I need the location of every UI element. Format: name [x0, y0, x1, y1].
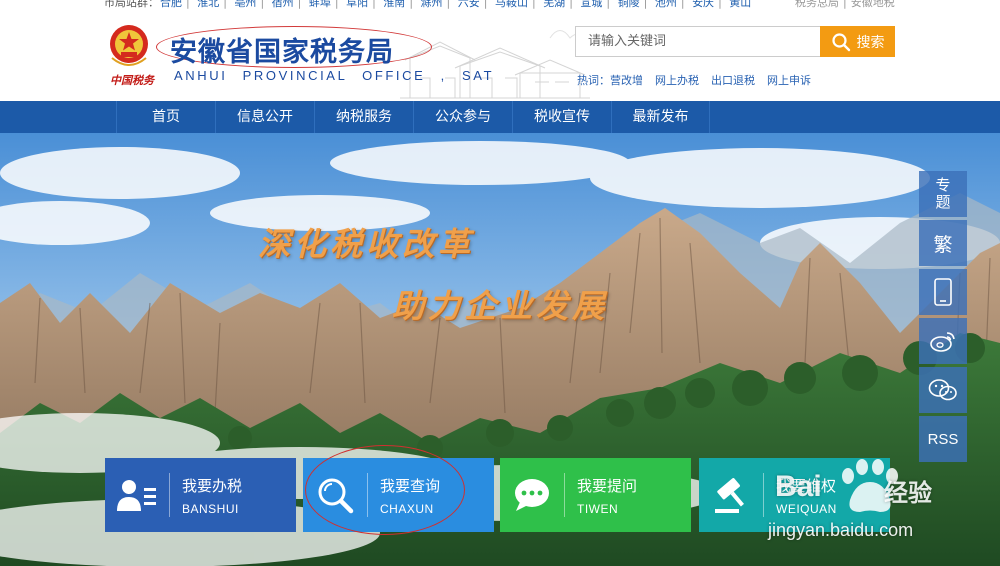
- hot-keyword-link[interactable]: 网上申诉: [767, 74, 811, 87]
- search-input[interactable]: [575, 26, 821, 57]
- hot-keyword-link[interactable]: 出口退税: [711, 74, 755, 87]
- search-button[interactable]: 搜索: [820, 26, 895, 57]
- sidebar-item-wechat[interactable]: [919, 367, 967, 413]
- city-link[interactable]: 蚌埠: [309, 0, 331, 9]
- sidebar-item-mobile[interactable]: [919, 269, 967, 315]
- nav-item-info-disclosure[interactable]: 信息公开: [215, 101, 314, 133]
- traditional-label: 繁: [933, 233, 953, 256]
- banner-slogan-line1: 深化税收改革: [258, 225, 475, 263]
- search-button-label: 搜索: [856, 34, 885, 51]
- city-strip-lead: 市局站群：: [104, 0, 159, 9]
- partner-links: 税务总局 | 安徽地税: [795, 0, 895, 10]
- topics-label: 专 题: [935, 176, 951, 211]
- watermark-brand-cn: 经验: [884, 479, 932, 507]
- tile-subtitle: BANSHUI: [182, 501, 239, 516]
- weibo-icon: [930, 332, 955, 352]
- nav-item-home[interactable]: 首页: [116, 101, 215, 133]
- hot-keyword-link[interactable]: 营改增: [610, 74, 643, 87]
- city-link[interactable]: 马鞍山: [495, 0, 528, 9]
- rss-label: RSS: [927, 430, 959, 448]
- sidebar-item-topics[interactable]: 专 题: [919, 171, 967, 217]
- city-link[interactable]: 滁州: [421, 0, 443, 9]
- sidebar-item-rss[interactable]: RSS: [919, 416, 967, 462]
- watermark-brand: Bai: [775, 470, 822, 503]
- link-anhui-local-tax[interactable]: 安徽地税: [851, 0, 895, 9]
- nav-item-public-participation[interactable]: 公众参与: [413, 101, 512, 133]
- tile-subtitle: TIWEN: [577, 501, 619, 516]
- tile-name: 我要办税: [182, 476, 243, 495]
- site-subtitle: ANHUI PROVINCIAL OFFICE , SAT: [174, 68, 495, 83]
- tile-ask[interactable]: 我要提问 TIWEN: [500, 458, 691, 532]
- building-sketch: [400, 30, 590, 99]
- tile-name: 我要提问: [577, 476, 638, 495]
- city-link[interactable]: 六安: [458, 0, 480, 9]
- tile-query[interactable]: 我要查询 CHAXUN: [303, 458, 494, 532]
- hot-keyword-link[interactable]: 网上办税: [655, 74, 699, 87]
- city-link[interactable]: 铜陵: [618, 0, 640, 9]
- city-links: 合肥 | 淮北 | 亳州 | 宿州 | 蚌埠 | 阜阳 | 淮南 | 滁州 | 六安 | 马鞍山 |…: [160, 0, 751, 10]
- link-sat[interactable]: 税务总局: [795, 0, 839, 9]
- city-link[interactable]: 黄山: [729, 0, 751, 9]
- city-link[interactable]: 宣城: [580, 0, 602, 9]
- tile-subtitle: CHAXUN: [380, 501, 434, 516]
- nav-item-taxpayer-service[interactable]: 纳税服务: [314, 101, 413, 133]
- city-link[interactable]: 淮北: [197, 0, 219, 9]
- site-header: 中国税务 安徽省国家税务局 ANHUI PROVINCIAL OFFICE , …: [0, 14, 1000, 101]
- city-strip: 市局站群： 合肥 | 淮北 | 亳州 | 宿州 | 蚌埠 | 阜阳 | 淮南 | 滁州 | 六安…: [0, 0, 1000, 14]
- tile-handle-tax[interactable]: 我要办税 BANSHUI: [105, 458, 296, 532]
- city-link[interactable]: 池州: [655, 0, 677, 9]
- emblem-caption: 中国税务: [110, 74, 154, 87]
- search-icon: [831, 32, 850, 51]
- city-link[interactable]: 阜阳: [346, 0, 368, 9]
- nav-item-latest[interactable]: 最新发布: [611, 101, 710, 133]
- floating-sidebar: 专 题 繁 RSS: [919, 171, 967, 465]
- magnifier-icon: [318, 478, 354, 514]
- watermark-url: jingyan.baidu.com: [768, 520, 914, 540]
- nav-item-tax-publicity[interactable]: 税收宣传: [512, 101, 611, 133]
- city-link[interactable]: 合肥: [160, 0, 182, 9]
- city-link[interactable]: 淮南: [383, 0, 405, 9]
- gavel-icon: [715, 478, 744, 513]
- mobile-icon: [934, 278, 952, 306]
- sidebar-item-weibo[interactable]: [919, 318, 967, 364]
- hot-keywords: 热词：营改增 网上办税 出口退税 网上申诉: [577, 72, 823, 88]
- main-nav: 首页 信息公开 纳税服务 公众参与 税收宣传 最新发布: [0, 101, 1000, 133]
- chat-bubble-icon: [515, 479, 549, 511]
- hot-keywords-label: 热词：: [577, 74, 610, 87]
- tax-emblem-icon: [110, 25, 148, 66]
- site-title[interactable]: 安徽省国家税务局: [170, 30, 394, 69]
- city-link[interactable]: 芜湖: [543, 0, 565, 9]
- banner-slogan-line2: 助力企业发展: [392, 287, 609, 325]
- tile-name: 我要查询: [380, 476, 441, 495]
- city-link[interactable]: 安庆: [692, 0, 714, 9]
- wechat-icon: [928, 379, 957, 401]
- city-link[interactable]: 宿州: [272, 0, 294, 9]
- user-list-icon: [117, 480, 156, 511]
- sidebar-item-traditional[interactable]: 繁: [919, 220, 967, 266]
- city-link[interactable]: 亳州: [234, 0, 256, 9]
